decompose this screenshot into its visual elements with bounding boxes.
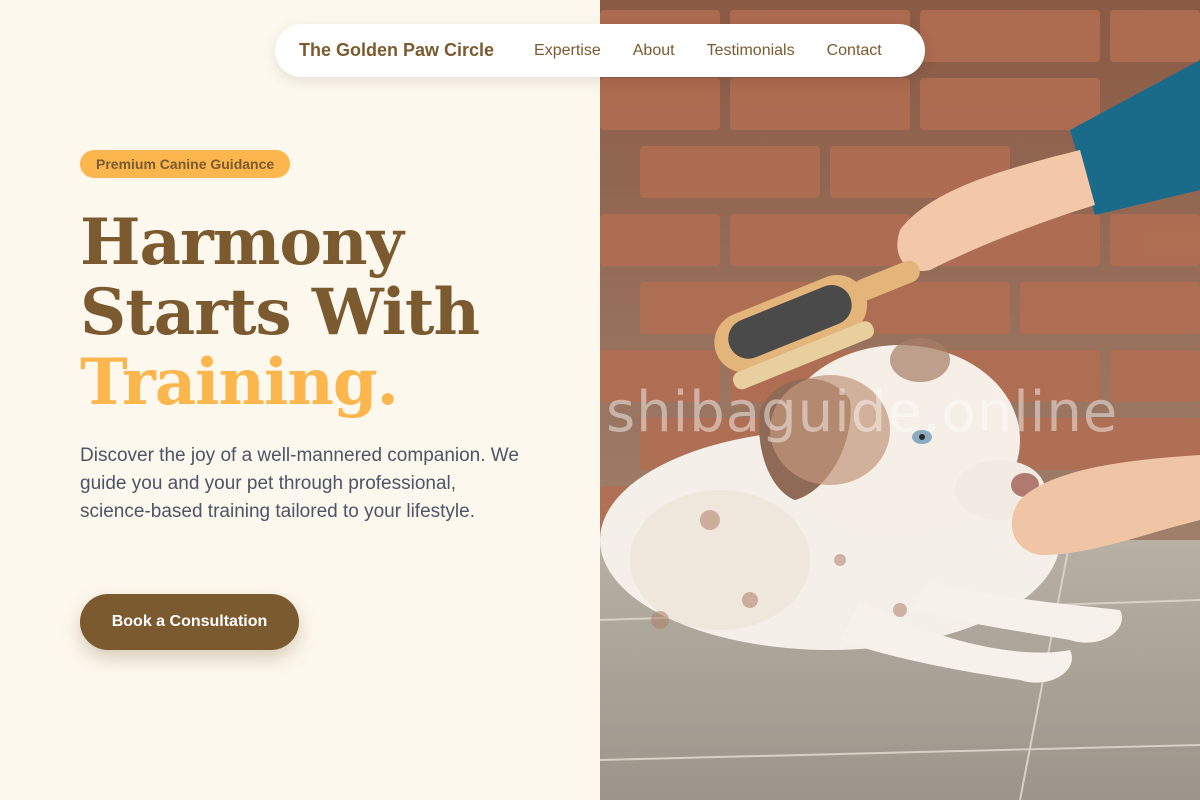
nav-link-testimonials[interactable]: Testimonials <box>707 42 795 60</box>
brand-logo-text[interactable]: The Golden Paw Circle <box>299 40 494 61</box>
book-consultation-button[interactable]: Book a Consultation <box>80 594 299 650</box>
headline-line-2: Starts With <box>80 275 480 350</box>
nav-link-expertise[interactable]: Expertise <box>534 42 601 60</box>
top-navigation: The Golden Paw Circle Expertise About Te… <box>275 24 925 77</box>
hero-description: Discover the joy of a well-mannered comp… <box>80 445 519 522</box>
image-watermark: shibaguide.online <box>606 380 1119 445</box>
hero-headline: Harmony Starts With Training. <box>80 205 480 420</box>
nav-link-about[interactable]: About <box>633 42 675 60</box>
headline-accent: Training. <box>80 345 399 420</box>
hero-badge: Premium Canine Guidance <box>80 150 291 178</box>
headline-line-1: Harmony <box>80 205 404 280</box>
nav-link-contact[interactable]: Contact <box>827 42 882 60</box>
hero-left-panel: Premium Canine Guidance Harmony Starts W… <box>0 0 600 800</box>
hero-image: shibaguide.online <box>600 0 1200 800</box>
